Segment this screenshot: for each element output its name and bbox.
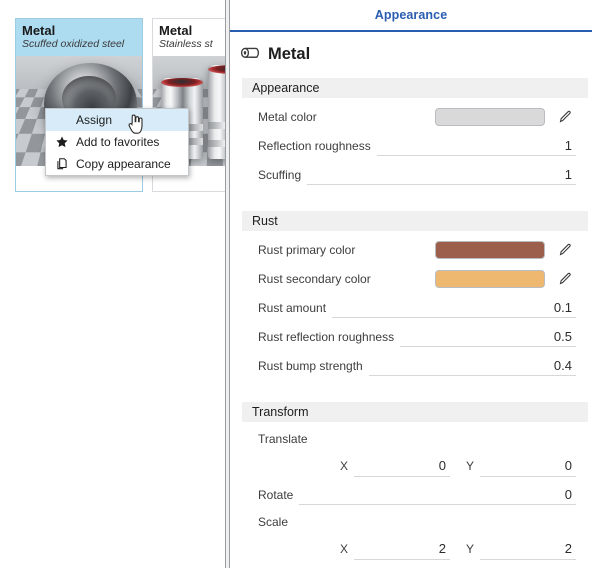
section-transform-rows: Translate X 0 Y 0 Rotate 0 Scale X 2 Y 2 [230, 422, 592, 563]
property-label: Rust bump strength [258, 358, 363, 373]
axis-label-x: X [340, 459, 349, 473]
thumbnail-can-band [208, 121, 225, 129]
color-control [435, 269, 576, 289]
property-row-metal-color: Metal color [230, 102, 592, 131]
property-label: Scuffing [258, 167, 302, 182]
color-control [435, 107, 576, 127]
page-title: Metal [268, 44, 311, 63]
rust-reflection-roughness-input[interactable]: 0.5 [400, 326, 576, 347]
pencil-icon[interactable] [554, 240, 576, 260]
context-menu-item-add-to-favorites[interactable]: Add to favorites [46, 131, 188, 153]
appearance-context-menu[interactable]: Assign Add to favorites Copy appearance [45, 108, 189, 176]
appearance-card-header: Metal Stainless st [153, 19, 225, 56]
appearance-editor-window: Metal Scuffed oxidized steel Metal Stain… [0, 0, 592, 568]
property-row-reflection-roughness: Reflection roughness 1 [230, 131, 592, 160]
property-value: 2 [564, 541, 572, 556]
property-row-rust-amount: Rust amount 0.1 [230, 293, 592, 322]
section-appearance: Appearance Metal color Reflection roughn… [230, 78, 592, 189]
property-row-scuffing: Scuffing 1 [230, 160, 592, 189]
property-row-scale-xy: X 2 Y 2 [230, 535, 592, 563]
context-menu-item-label: Copy appearance [76, 157, 171, 171]
thumbnail-can-rim [160, 78, 204, 88]
reflection-roughness-input[interactable]: 1 [376, 135, 576, 156]
rust-secondary-color-swatch[interactable] [435, 269, 545, 288]
appearance-properties-panel: Appearance Metal Appearance Metal color [230, 0, 592, 568]
section-header-appearance: Appearance [242, 78, 588, 98]
property-value: 1 [564, 137, 572, 153]
color-control [435, 240, 576, 260]
section-header-rust: Rust [242, 211, 588, 231]
thumbnail-can-band [208, 140, 225, 148]
tab-appearance[interactable]: Appearance [375, 8, 448, 22]
pencil-icon[interactable] [554, 269, 576, 289]
scale-y-group: Y 2 [466, 539, 576, 560]
properties-title-row: Metal [230, 32, 592, 72]
appearance-card-title: Metal [159, 23, 193, 38]
property-row-rotate: Rotate 0 [230, 480, 592, 509]
property-label: Rust primary color [258, 242, 356, 257]
property-label: Rust secondary color [258, 271, 371, 286]
scuffing-input[interactable]: 1 [307, 164, 576, 185]
context-menu-item-copy-appearance[interactable]: Copy appearance [46, 153, 188, 175]
section-header-transform: Transform [242, 402, 588, 422]
section-appearance-rows: Metal color Reflection roughness 1 Scuff… [230, 98, 592, 189]
axis-label-x: X [340, 542, 349, 556]
copy-icon [52, 154, 72, 174]
axis-label-y: Y [466, 542, 475, 556]
pencil-icon[interactable] [554, 107, 576, 127]
rotate-input[interactable]: 0 [299, 484, 576, 505]
property-value: 0 [564, 458, 572, 473]
axis-label-y: Y [466, 459, 475, 473]
appearance-card-title: Metal [22, 23, 56, 38]
property-row-rust-reflection-roughness: Rust reflection roughness 0.5 [230, 322, 592, 351]
section-transform: Transform Translate X 0 Y 0 Rotate 0 Sca… [230, 402, 592, 563]
property-row-translate-xy: X 0 Y 0 [230, 452, 592, 480]
appearance-library-panel: Metal Scuffed oxidized steel Metal Stain… [0, 0, 225, 568]
property-value: 1 [564, 166, 572, 182]
appearance-card-header: Metal Scuffed oxidized steel [16, 19, 142, 56]
translate-x-group: X 0 [340, 456, 450, 477]
properties-tab-bar: Appearance [230, 0, 592, 32]
property-row-rust-bump-strength: Rust bump strength 0.4 [230, 351, 592, 380]
section-rust-rows: Rust primary color Rust secondary color [230, 231, 592, 380]
translate-y-group: Y 0 [466, 456, 576, 477]
property-value: 0.1 [553, 299, 572, 315]
property-label: Rust amount [258, 300, 327, 315]
property-label: Translate [258, 432, 308, 446]
context-menu-item-assign[interactable]: Assign [46, 109, 188, 131]
translate-x-input[interactable]: 0 [354, 456, 450, 477]
thumbnail-can-rim [208, 64, 225, 74]
property-label: Scale [258, 515, 289, 529]
rust-bump-strength-input[interactable]: 0.4 [368, 355, 576, 376]
translate-y-input[interactable]: 0 [480, 456, 576, 477]
property-value: 2 [438, 541, 446, 556]
property-value: 0 [438, 458, 446, 473]
property-label: Rust reflection roughness [258, 329, 395, 344]
context-menu-item-label: Add to favorites [76, 135, 160, 149]
scale-x-input[interactable]: 2 [354, 539, 450, 560]
rust-amount-input[interactable]: 0.1 [332, 297, 576, 318]
metal-color-swatch[interactable] [435, 107, 545, 126]
scale-x-group: X 2 [340, 539, 450, 560]
section-rust: Rust Rust primary color Rust secondary c… [230, 211, 592, 380]
scale-y-input[interactable]: 2 [480, 539, 576, 560]
property-label: Metal color [258, 109, 317, 124]
context-menu-item-label: Assign [76, 113, 113, 127]
property-label: Rotate [258, 487, 294, 502]
appearance-card-subtitle: Stainless st [159, 38, 213, 50]
property-label-translate: Translate [230, 426, 592, 452]
property-row-rust-primary-color: Rust primary color [230, 235, 592, 264]
thumbnail-can-right [208, 64, 225, 160]
rust-primary-color-swatch[interactable] [435, 240, 545, 259]
property-row-rust-secondary-color: Rust secondary color [230, 264, 592, 293]
appearance-card-subtitle: Scuffed oxidized steel [22, 38, 125, 50]
property-value: 0 [564, 486, 572, 502]
property-value: 0.5 [553, 328, 572, 344]
material-roll-icon [240, 44, 261, 64]
star-icon [52, 132, 72, 152]
property-value: 0.4 [553, 357, 572, 373]
property-label-scale: Scale [230, 509, 592, 535]
property-label: Reflection roughness [258, 138, 371, 153]
